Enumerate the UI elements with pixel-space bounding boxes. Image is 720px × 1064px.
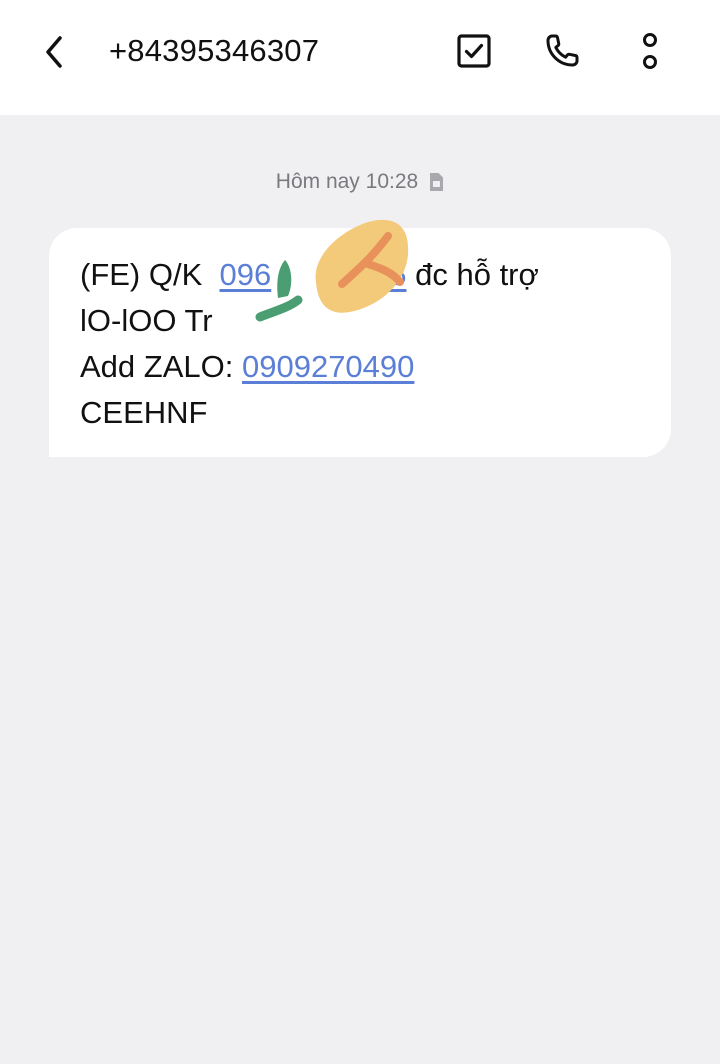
- phone-number-link[interactable]: 096 5: [220, 257, 407, 292]
- chevron-left-icon: [46, 36, 62, 68]
- message-line-3: Add ZALO: 0909270490: [80, 344, 641, 390]
- more-options-button[interactable]: [625, 26, 675, 76]
- message-timestamp-row: Hôm nay 10:28: [0, 164, 720, 200]
- phone-link-visible-part: 096: [219, 257, 272, 292]
- sim-card-icon: [430, 173, 444, 191]
- message-text: Add ZALO:: [80, 349, 234, 384]
- messages-screen: +84395346307 Hôm nay 10:28 (FE) Q/K 096 …: [0, 0, 720, 1064]
- phone-icon: [546, 34, 579, 67]
- checkbox-icon: [457, 34, 491, 68]
- message-text: (FE) Q/K: [80, 257, 203, 292]
- top-app-bar: +84395346307: [0, 0, 720, 115]
- message-line-2: lO-lOO Tr: [80, 303, 213, 338]
- message-line-4: CEEHNF: [80, 395, 208, 430]
- message-timestamp: Hôm nay 10:28: [275, 170, 419, 193]
- phone-link-tail-part: 5: [389, 257, 407, 292]
- message-line-1: (FE) Q/K 096 5 đc hỗ trợ: [80, 252, 641, 298]
- contact-number-title: +84395346307: [109, 33, 320, 68]
- select-messages-button[interactable]: [449, 26, 499, 76]
- back-button[interactable]: [30, 28, 78, 76]
- call-button[interactable]: [537, 26, 587, 76]
- more-vertical-icon: [643, 33, 657, 69]
- message-text: đc hỗ trợ: [415, 257, 539, 292]
- zalo-phone-link[interactable]: 0909270490: [242, 349, 414, 384]
- incoming-message-bubble[interactable]: (FE) Q/K 096 5 đc hỗ trợ lO-lOO Tr Add ZA…: [49, 228, 671, 457]
